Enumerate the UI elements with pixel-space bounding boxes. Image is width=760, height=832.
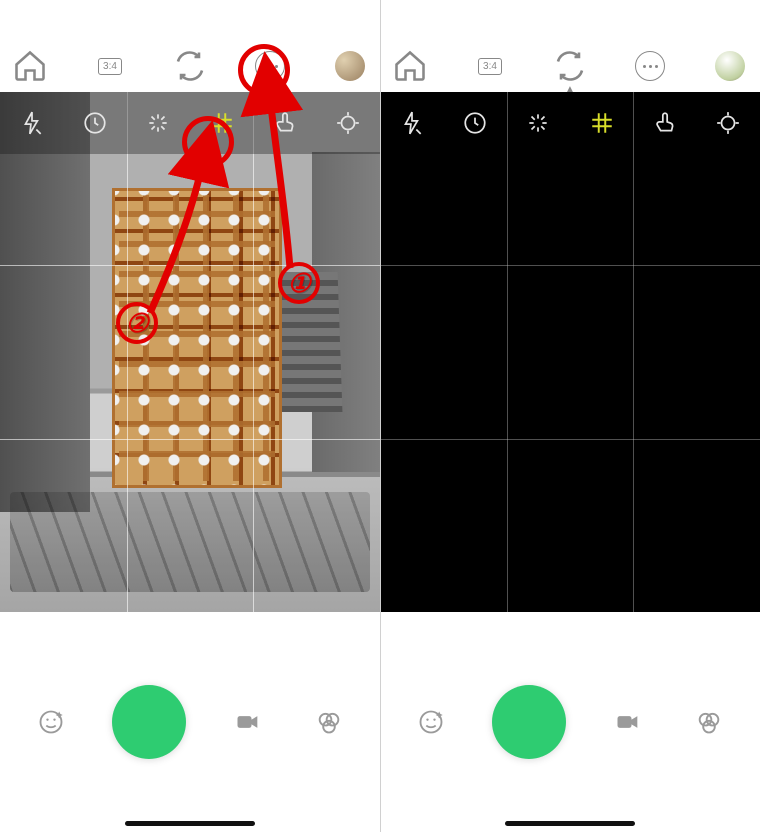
burst-icon[interactable] xyxy=(138,103,178,143)
annotation-arrow-1 xyxy=(255,88,315,278)
timer-icon[interactable] xyxy=(75,103,115,143)
annotation-number-2: ② xyxy=(116,302,158,344)
gallery-avatar[interactable] xyxy=(332,48,368,84)
status-bar xyxy=(0,0,380,40)
touch-shoot-icon[interactable] xyxy=(645,103,685,143)
sticker-icon[interactable] xyxy=(411,702,451,742)
timer-icon[interactable] xyxy=(455,103,495,143)
grid-toggle-icon[interactable] xyxy=(582,103,622,143)
bottom-bar xyxy=(380,612,760,832)
top-bar: 3:4 ▲ xyxy=(380,40,760,92)
bottom-bar xyxy=(0,612,380,832)
flash-off-icon[interactable] xyxy=(12,103,52,143)
home-indicator xyxy=(505,821,635,826)
burst-icon[interactable] xyxy=(518,103,558,143)
shutter-button[interactable] xyxy=(492,685,566,759)
focus-icon[interactable] xyxy=(328,103,368,143)
more-button[interactable] xyxy=(632,48,668,84)
annotation-number-1: ① xyxy=(278,262,320,304)
flip-camera-icon[interactable] xyxy=(552,48,588,84)
panel-divider xyxy=(380,0,381,832)
more-icon xyxy=(635,51,665,81)
video-mode-icon[interactable] xyxy=(608,702,648,742)
flip-camera-icon[interactable] xyxy=(172,48,208,84)
sticker-icon[interactable] xyxy=(31,702,71,742)
right-screenshot: 3:4 ▲ xyxy=(380,0,760,832)
home-indicator xyxy=(125,821,255,826)
ratio-label: 3:4 xyxy=(478,58,502,75)
top-bar: 3:4 xyxy=(0,40,380,92)
aspect-ratio-button[interactable]: 3:4 xyxy=(472,48,508,84)
aspect-ratio-button[interactable]: 3:4 xyxy=(92,48,128,84)
gallery-avatar[interactable] xyxy=(712,48,748,84)
home-icon[interactable] xyxy=(392,48,428,84)
annotation-arrow-2 xyxy=(140,158,220,318)
focus-icon[interactable] xyxy=(708,103,748,143)
shutter-button[interactable] xyxy=(112,685,186,759)
video-mode-icon[interactable] xyxy=(228,702,268,742)
status-bar xyxy=(380,0,760,40)
flash-off-icon[interactable] xyxy=(392,103,432,143)
more-pointer-icon: ▲ xyxy=(565,84,575,95)
filters-icon[interactable] xyxy=(309,702,349,742)
home-icon[interactable] xyxy=(12,48,48,84)
tool-strip xyxy=(380,92,760,154)
scene-ground-shadow xyxy=(10,492,370,592)
viewfinder[interactable] xyxy=(380,92,760,612)
camera-preview-dark xyxy=(380,92,760,612)
filters-icon[interactable] xyxy=(689,702,729,742)
scene-building-left xyxy=(0,92,90,512)
left-screenshot: 3:4 xyxy=(0,0,380,832)
avatar-icon xyxy=(715,51,745,81)
ratio-label: 3:4 xyxy=(98,58,122,75)
avatar-icon xyxy=(335,51,365,81)
